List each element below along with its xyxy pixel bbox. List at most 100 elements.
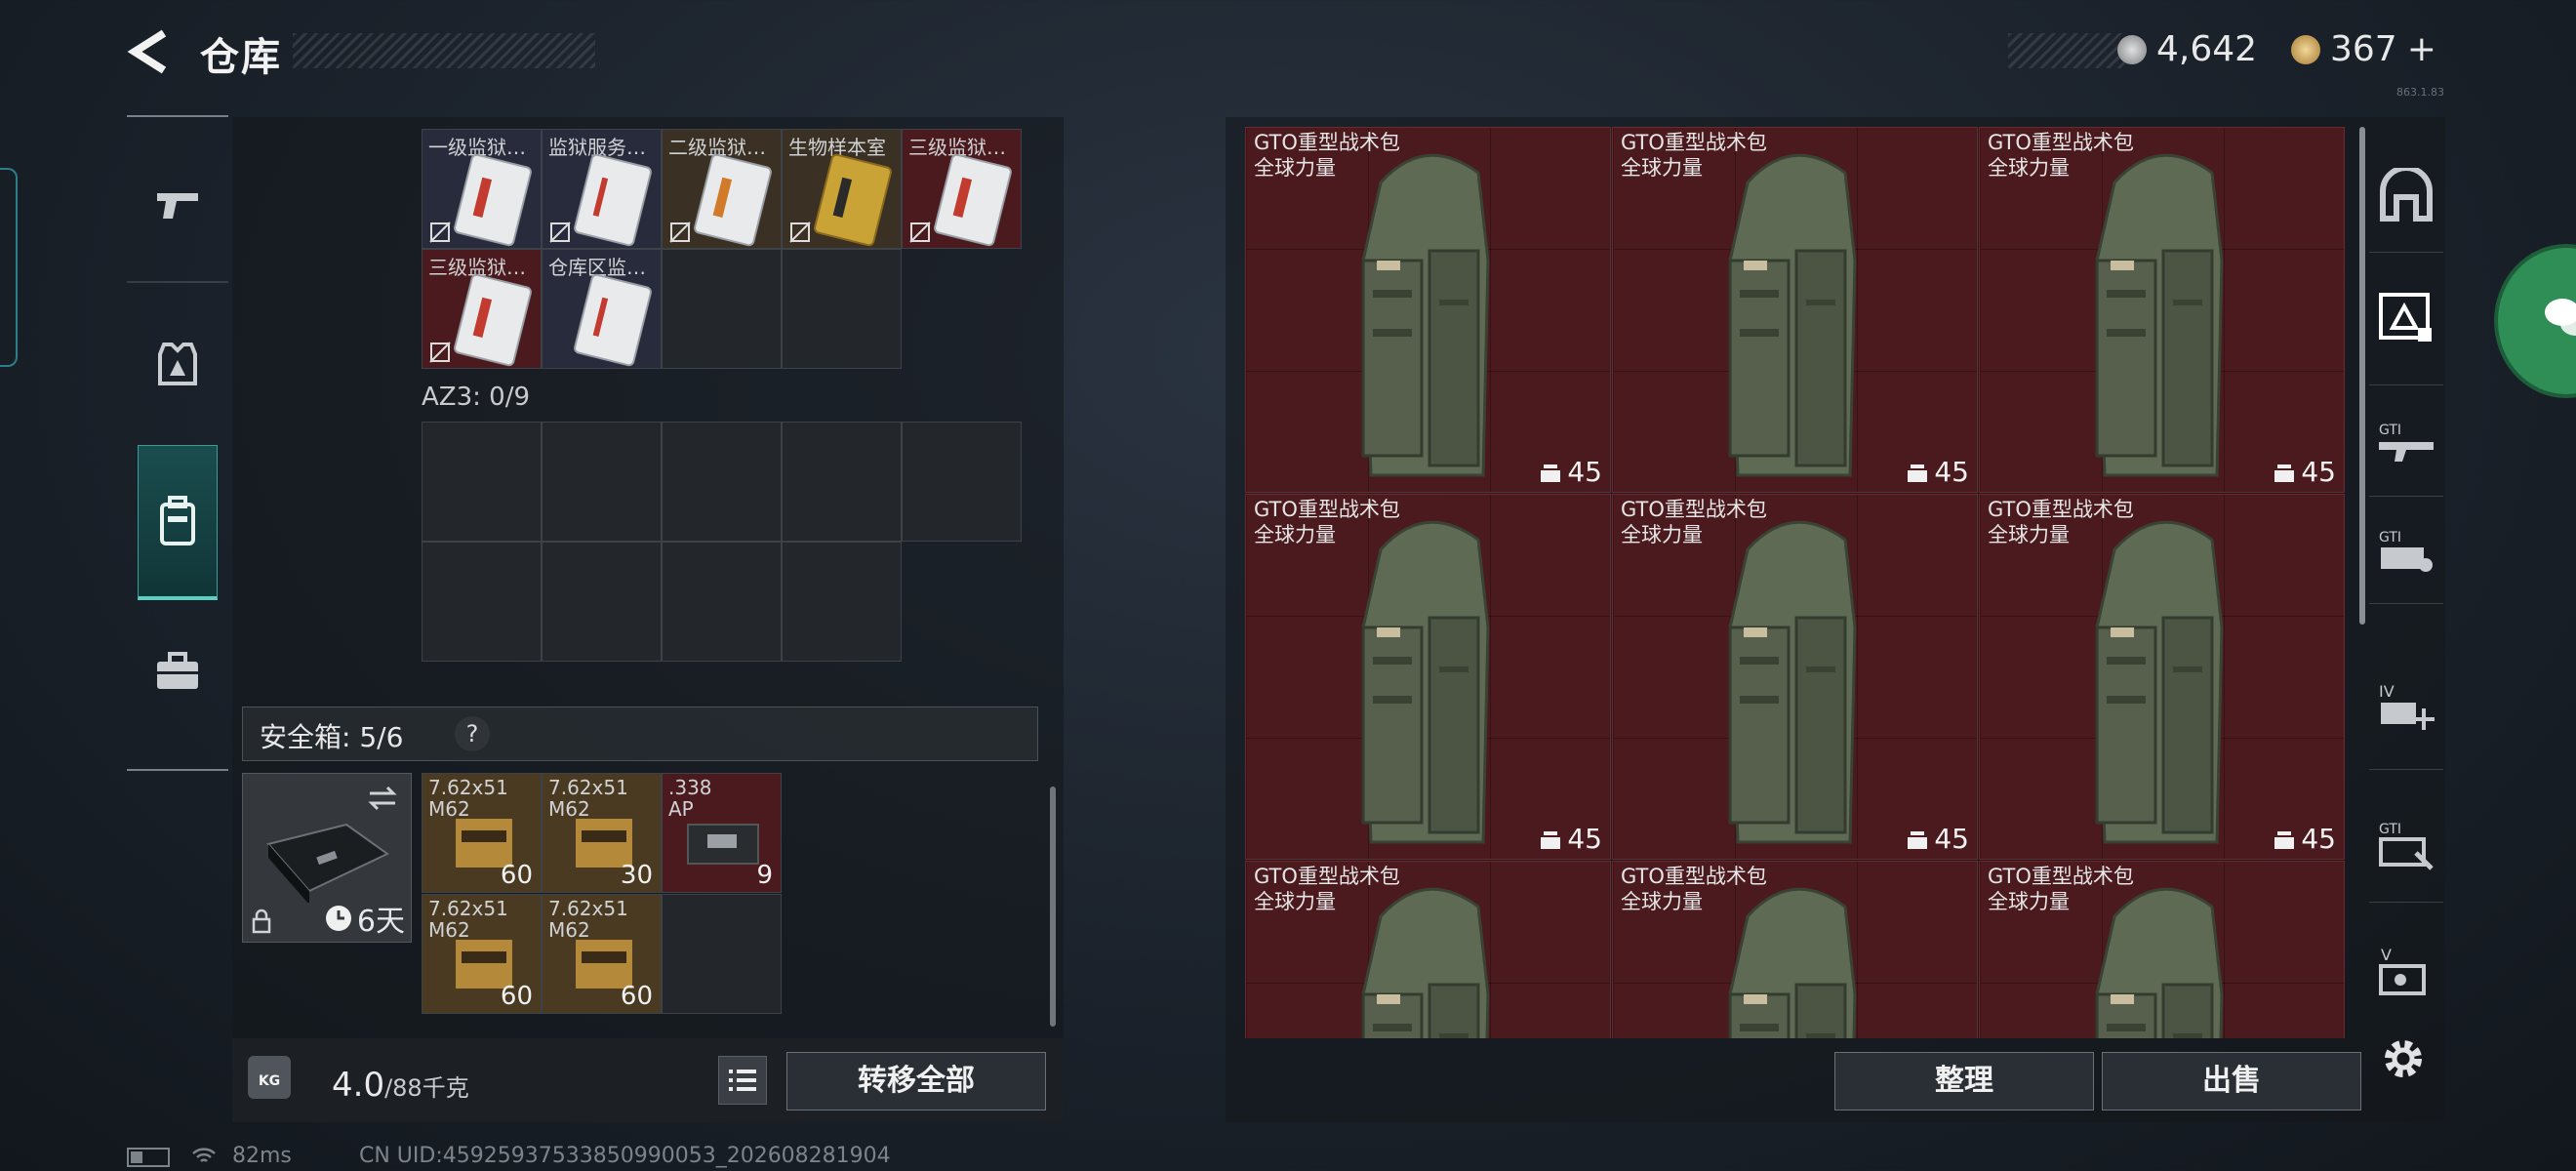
keycard-item[interactable]: 三级监狱… [902, 129, 1022, 249]
ammo-item[interactable]: .338 AP 9 [662, 773, 782, 893]
sell-button[interactable]: 出售 [2102, 1052, 2361, 1110]
stash-item[interactable]: GTO重型战术包 全球力量 45 [1612, 127, 1978, 493]
item-subtitle: 全球力量 [1254, 890, 1336, 913]
side-divider [2369, 769, 2443, 770]
item-subtitle: 全球力量 [1621, 890, 1703, 913]
stash-item[interactable]: GTO重型战术包 全球力量 45 [1979, 494, 2345, 860]
backpack-image [1361, 520, 1490, 844]
safe-box-slot[interactable]: 6天 [242, 773, 412, 943]
empty-slot[interactable] [662, 422, 782, 542]
item-subtitle: 全球力量 [1621, 523, 1703, 546]
settings-gear-icon[interactable] [2379, 1034, 2428, 1083]
item-name: GTO重型战术包 [1988, 498, 2134, 521]
gti-map-button[interactable]: GTI [2375, 814, 2437, 876]
svg-text:V: V [2381, 946, 2392, 964]
empty-slot[interactable] [422, 422, 542, 542]
item-name: GTO重型战术包 [1254, 865, 1400, 888]
gti-rifle-button[interactable]: GTI [2375, 412, 2437, 474]
gti-map-icon: GTI [2379, 822, 2434, 870]
gti-filter-button[interactable] [2375, 287, 2437, 349]
keycard-item[interactable]: 一级监狱… [422, 129, 542, 249]
empty-slot[interactable] [422, 542, 542, 662]
nav-weapons-tab[interactable] [139, 166, 217, 244]
backpack-image [2095, 520, 2224, 844]
empty-slot[interactable] [542, 422, 662, 542]
token-icon [2291, 34, 2320, 64]
organize-button[interactable]: 整理 [1834, 1052, 2094, 1110]
item-subtitle: 全球力量 [1988, 890, 2070, 913]
v-box-button[interactable]: V [2375, 941, 2437, 1003]
ammo-item[interactable]: 7.62x51 M62 60 [542, 894, 662, 1014]
unbound-icon [789, 222, 811, 243]
stash-item[interactable]: GTO重型战术包 全球力量 45 [1245, 494, 1611, 860]
vault-filter-button[interactable] [2375, 164, 2437, 226]
stash-item[interactable]: GTO重型战术包 全球力量 [1612, 861, 1978, 1038]
svg-text:GTI: GTI [2379, 822, 2401, 837]
keycard-container: 一级监狱… 监狱服务… 二级监狱… 生物样本室 三级监狱… 三级监狱… 仓库区监… [422, 129, 1022, 369]
item-subtitle: 全球力量 [1254, 523, 1336, 546]
item-subtitle: 全球力量 [1254, 156, 1336, 180]
empty-slot[interactable] [662, 894, 782, 1014]
gti-case-button[interactable]: GTI [2375, 519, 2437, 582]
ammo-item[interactable]: 7.62x51 M62 60 [422, 773, 542, 893]
add-token-icon[interactable]: + [2407, 29, 2436, 69]
side-divider [2369, 603, 2443, 604]
backpack-icon [160, 496, 195, 545]
iv-plus-icon: IV [2379, 682, 2435, 730]
keycard-item[interactable]: 生物样本室 [782, 129, 902, 249]
keycard-item[interactable]: 二级监狱… [662, 129, 782, 249]
keycard-item[interactable]: 监狱服务… [542, 129, 662, 249]
ammo-item[interactable]: 7.62x51 M62 60 [422, 894, 542, 1014]
side-divider [2369, 252, 2443, 253]
token-balance[interactable]: 367 + [2291, 29, 2436, 69]
empty-slot[interactable] [542, 542, 662, 662]
capacity-icon [1541, 464, 1561, 482]
keycard-item[interactable]: 仓库区监… [542, 249, 662, 369]
ping-text: 82ms [232, 1144, 292, 1168]
stash-item[interactable]: GTO重型战术包 全球力量 45 [1979, 127, 2345, 493]
keycard-item[interactable]: 三级监狱… [422, 249, 542, 369]
stash-item[interactable]: GTO重型战术包 全球力量 [1979, 861, 2345, 1038]
empty-slot[interactable] [782, 249, 902, 369]
gti-case-icon: GTI [2379, 530, 2433, 572]
help-icon[interactable]: ? [455, 716, 490, 751]
version-text: 863.1.83 [2396, 86, 2444, 99]
stash-item[interactable]: GTO重型战术包 全球力量 45 [1612, 494, 1978, 860]
item-name: GTO重型战术包 [1621, 131, 1767, 154]
nav-armor-tab[interactable] [139, 324, 217, 402]
empty-slot[interactable] [662, 249, 782, 369]
item-name: GTO重型战术包 [1621, 865, 1767, 888]
empty-slot[interactable] [782, 422, 902, 542]
empty-slot[interactable] [662, 542, 782, 662]
empty-slot[interactable] [782, 542, 902, 662]
nav-briefcase-tab[interactable] [139, 632, 217, 710]
keycard-icon [932, 152, 1014, 248]
left-edge-handle[interactable] [0, 168, 18, 367]
stash-item[interactable]: GTO重型战术包 全球力量 45 [1245, 127, 1611, 493]
chat-icon [2545, 299, 2576, 336]
side-divider [2369, 384, 2443, 385]
ammo-item[interactable]: 7.62x51 M62 30 [542, 773, 662, 893]
nav-backpack-tab[interactable] [138, 445, 218, 600]
item-name: GTO重型战术包 [1254, 131, 1400, 154]
back-arrow-icon[interactable] [125, 27, 174, 76]
pistol-icon [157, 193, 198, 219]
empty-slot[interactable] [902, 422, 1022, 542]
stash-filter-sidebar: GTI GTI IV GTI V [2359, 125, 2453, 1042]
item-capacity: 45 [2272, 456, 2336, 488]
uid-text: CN UID:459259375338509900​53_20260828190… [359, 1144, 891, 1168]
list-view-button[interactable] [718, 1056, 767, 1105]
az3-container [422, 422, 1022, 662]
ammo-can-icon [687, 824, 759, 865]
chat-float-button[interactable] [2494, 244, 2576, 398]
iv-plus-button[interactable]: IV [2375, 675, 2437, 738]
left-scrollbar[interactable] [1050, 787, 1056, 1027]
keycard-icon [452, 152, 534, 248]
swap-icon[interactable] [366, 786, 399, 811]
az3-capacity: AZ3: 0/9 [422, 383, 531, 412]
capacity-icon [1541, 830, 1561, 849]
coin-balance: 4,642 [2117, 29, 2257, 69]
weight-value: 4.0/88千克 [332, 1066, 469, 1105]
transfer-all-button[interactable]: 转移全部 [786, 1052, 1046, 1110]
stash-item[interactable]: GTO重型战术包 全球力量 [1245, 861, 1611, 1038]
